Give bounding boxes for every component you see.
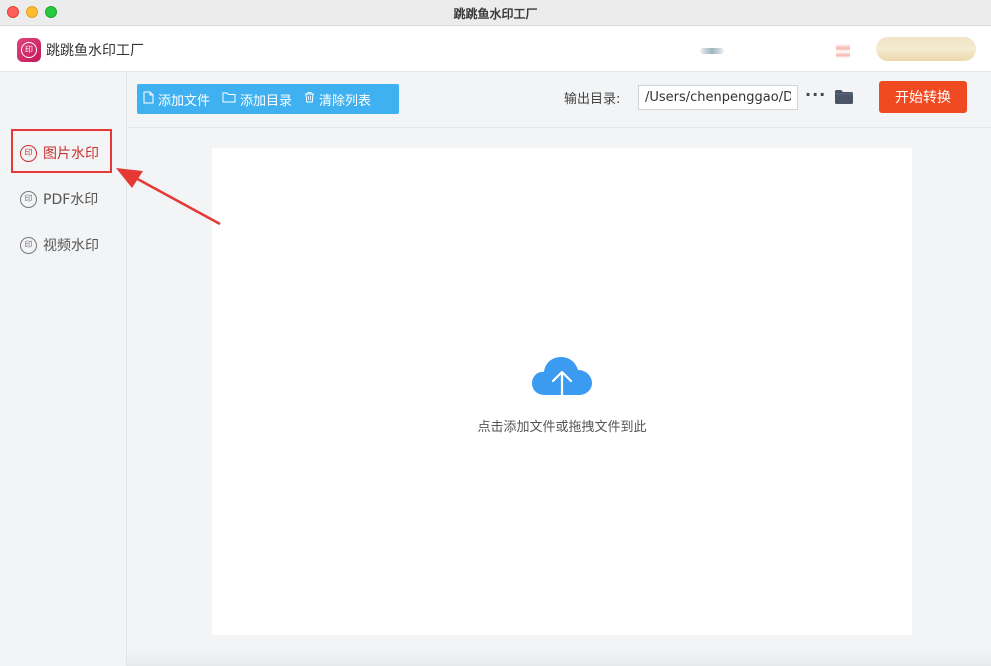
start-convert-button[interactable]: 开始转换 [879,81,967,113]
open-folder-icon[interactable] [834,89,854,105]
add-file-button[interactable]: 添加文件 [137,84,216,114]
blurred-element [700,48,724,54]
annotation-highlight-box [11,129,112,173]
stamp-icon: 印 [20,236,37,254]
logo-mark: 印 [21,42,37,58]
folder-icon [222,91,236,107]
annotation-arrow [116,168,221,226]
stamp-icon: 印 [20,190,37,208]
app-header: 印 跳跳鱼水印工厂 [0,26,991,72]
sidebar-item-pdf-watermark[interactable]: 印 PDF水印 [20,188,98,210]
blurred-account-badge[interactable] [876,37,976,61]
title-bar: 跳跳鱼水印工厂 [0,0,991,26]
file-button-group: 添加文件 添加目录 清除列表 [137,84,399,114]
upload-cloud-icon [532,357,592,405]
sidebar-item-label: PDF水印 [43,192,99,208]
more-options-button[interactable]: ··· [805,85,826,104]
add-directory-label: 添加目录 [240,93,293,109]
file-icon [143,91,154,108]
clear-list-label: 清除列表 [319,93,372,109]
blurred-element [836,44,850,58]
output-dir-label: 输出目录: [564,92,621,107]
output-dir-field[interactable] [638,85,798,110]
bottom-edge [127,650,991,666]
app-logo-icon: 印 [17,38,41,62]
sidebar-item-label: 视频水印 [43,238,99,254]
add-directory-button[interactable]: 添加目录 [216,84,298,114]
trash-icon [304,91,315,107]
window-title: 跳跳鱼水印工厂 [453,7,538,21]
sidebar-item-video-watermark[interactable]: 印 视频水印 [20,234,99,256]
drop-hint-text: 点击添加文件或拖拽文件到此 [477,420,647,435]
toolbar: 添加文件 添加目录 清除列表 输出目录: ··· 开始转换 [127,72,991,128]
add-file-label: 添加文件 [158,93,211,109]
file-drop-zone[interactable]: 点击添加文件或拖拽文件到此 [212,148,912,635]
clear-list-button[interactable]: 清除列表 [298,84,377,114]
app-name: 跳跳鱼水印工厂 [46,43,144,59]
